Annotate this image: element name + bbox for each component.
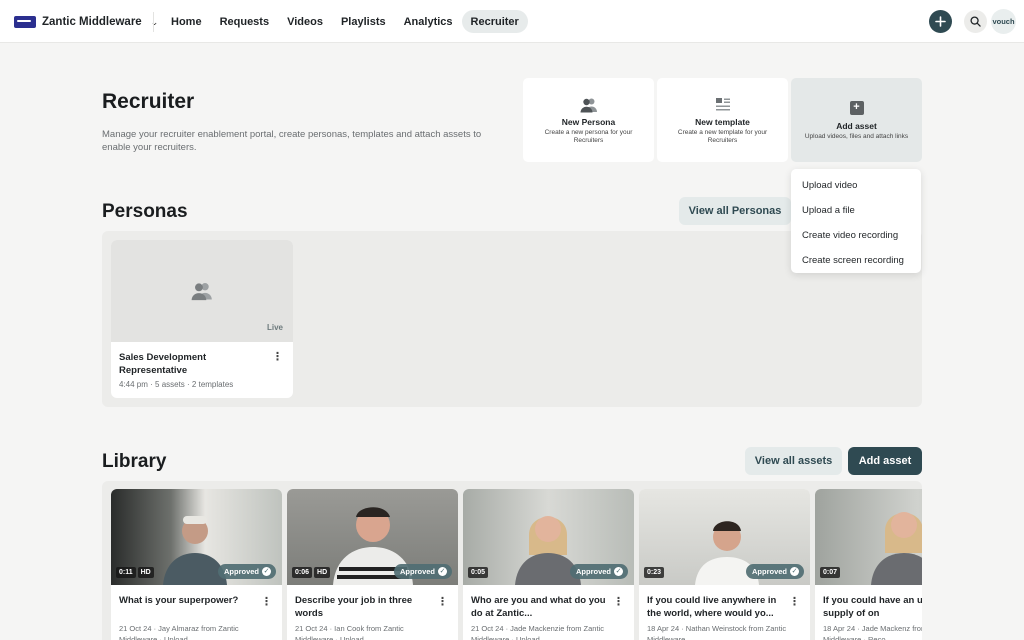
chevron-down-icon[interactable]: ⌄ — [151, 17, 159, 28]
new-template-card[interactable]: New template Create a new template for y… — [657, 78, 788, 162]
menu-upload-video[interactable]: Upload video — [791, 173, 921, 198]
nav-home[interactable]: Home — [162, 10, 211, 33]
asset-title: Who are you and what do you do at Zantic… — [471, 595, 606, 619]
asset-title: If you could have an unlimited supply of… — [823, 595, 922, 619]
approved-badge: Approved ✓ — [745, 564, 804, 579]
view-all-personas-button[interactable]: View all Personas — [679, 197, 791, 225]
check-icon: ✓ — [790, 567, 799, 576]
approved-badge: Approved ✓ — [217, 564, 276, 579]
search-icon — [970, 16, 981, 27]
org-logo — [14, 16, 36, 28]
plus-icon: + — [849, 101, 864, 115]
top-navigation-bar: Zantic Middleware ⌄ Home Requests Videos… — [0, 0, 1024, 43]
search-button[interactable] — [964, 10, 987, 33]
approved-badge: Approved ✓ — [393, 564, 452, 579]
persona-name: Sales Development Representative — [119, 352, 207, 376]
nav-analytics[interactable]: Analytics — [395, 10, 462, 33]
persona-icon — [580, 98, 597, 113]
status-badge: Live — [266, 323, 283, 332]
asset-card[interactable]: 0:05 Approved ✓ Who are you and what do y… — [463, 489, 634, 640]
check-icon: ✓ — [614, 567, 623, 576]
personas-title: Personas — [102, 201, 188, 222]
main-nav: Home Requests Videos Playlists Analytics… — [162, 10, 528, 33]
add-asset-subtitle: Upload videos, files and attach links — [804, 133, 909, 140]
approved-badge: Approved ✓ — [569, 564, 628, 579]
new-template-subtitle: Create a new template for your Recruiter… — [677, 129, 768, 144]
asset-title: What is your superpower? — [119, 595, 239, 606]
nav-divider — [153, 12, 154, 32]
new-persona-card[interactable]: New Persona Create a new persona for you… — [523, 78, 654, 162]
video-thumbnail[interactable]: 0:05 Approved ✓ — [463, 489, 634, 585]
quality-label: HD — [314, 567, 331, 578]
org-name: Zantic Middleware — [42, 16, 142, 28]
nav-playlists[interactable]: Playlists — [332, 10, 395, 33]
persona-meta: 4:44 pm · 5 assets · 2 templates — [119, 380, 234, 389]
add-asset-card[interactable]: + Add asset Upload videos, files and att… — [791, 78, 922, 162]
asset-meta: 21 Oct 24 · Jade Mackenzie from Zantic M… — [471, 624, 604, 640]
plus-icon — [935, 16, 946, 27]
video-thumbnail[interactable]: 0:11 HD Approved ✓ — [111, 489, 282, 585]
menu-create-video-recording[interactable]: Create video recording — [791, 223, 921, 248]
new-template-title: New template — [695, 117, 750, 127]
more-options-icon[interactable]: ⋮ — [261, 597, 272, 608]
persona-icon — [191, 283, 212, 301]
page-title: Recruiter — [102, 90, 195, 113]
asset-card[interactable]: 0:11 HD Approved ✓ What is your superpower… — [111, 489, 282, 640]
asset-card[interactable]: 0:06 HD Approved ✓ Describe your job in th… — [287, 489, 458, 640]
library-panel: 0:11 HD Approved ✓ What is your superpower… — [102, 481, 922, 640]
quality-label: HD — [137, 567, 154, 578]
asset-meta: 21 Oct 24 · Jay Almaraz from Zantic Midd… — [119, 624, 239, 640]
asset-meta: 18 Apr 24 · Jade Mackenz from Zantic Mid… — [823, 624, 922, 640]
nav-requests[interactable]: Requests — [211, 10, 279, 33]
nav-videos[interactable]: Videos — [278, 10, 332, 33]
asset-card[interactable]: 0:23 Approved ✓ If you could live anywher… — [639, 489, 810, 640]
new-persona-subtitle: Create a new persona for your Recruiters — [544, 129, 633, 144]
check-icon: ✓ — [262, 567, 271, 576]
more-options-icon[interactable]: ⋮ — [437, 597, 448, 608]
asset-card[interactable]: 0:07 If you could have an unlimited supp… — [815, 489, 922, 640]
asset-meta: 18 Apr 24 · Nathan Weinstock from Zantic… — [647, 624, 787, 640]
asset-meta: 21 Oct 24 · Ian Cook from Zantic Middlew… — [295, 624, 404, 640]
view-all-assets-button[interactable]: View all assets — [745, 447, 842, 475]
add-asset-title: Add asset — [836, 121, 877, 131]
duration-label: 0:07 — [820, 567, 841, 578]
library-title: Library — [102, 451, 167, 472]
nav-recruiter[interactable]: Recruiter — [461, 10, 528, 33]
add-asset-button[interactable]: Add asset — [848, 447, 922, 475]
asset-title: If you could live anywhere in the world,… — [647, 595, 777, 619]
persona-thumbnail: Live — [111, 240, 293, 342]
more-options-icon[interactable]: ⋮ — [789, 597, 800, 608]
page-description: Manage your recruiter enablement portal,… — [102, 129, 482, 153]
org-switcher[interactable]: Zantic Middleware ⌄ — [14, 12, 158, 32]
video-thumbnail[interactable]: 0:23 Approved ✓ — [639, 489, 810, 585]
add-asset-menu: Upload video Upload a file Create video … — [791, 169, 921, 273]
duration-label: 0:06 — [292, 567, 313, 578]
more-options-icon[interactable]: ⋮ — [613, 597, 624, 608]
account-avatar[interactable]: vouch — [991, 9, 1016, 34]
duration-label: 0:05 — [468, 567, 489, 578]
video-thumbnail[interactable]: 0:06 HD Approved ✓ — [287, 489, 458, 585]
create-button[interactable] — [929, 10, 952, 33]
duration-label: 0:23 — [644, 567, 665, 578]
menu-upload-file[interactable]: Upload a file — [791, 198, 921, 223]
template-icon — [715, 98, 730, 111]
new-persona-title: New Persona — [561, 117, 616, 127]
persona-card[interactable]: Live Sales Development Representative ⋮ … — [111, 240, 293, 398]
video-thumbnail[interactable]: 0:07 — [815, 489, 922, 585]
duration-label: 0:11 — [116, 567, 136, 578]
check-icon: ✓ — [438, 567, 447, 576]
asset-title: Describe your job in three words — [295, 595, 413, 619]
menu-create-screen-recording[interactable]: Create screen recording — [791, 248, 921, 273]
more-options-icon[interactable]: ⋮ — [272, 352, 283, 363]
